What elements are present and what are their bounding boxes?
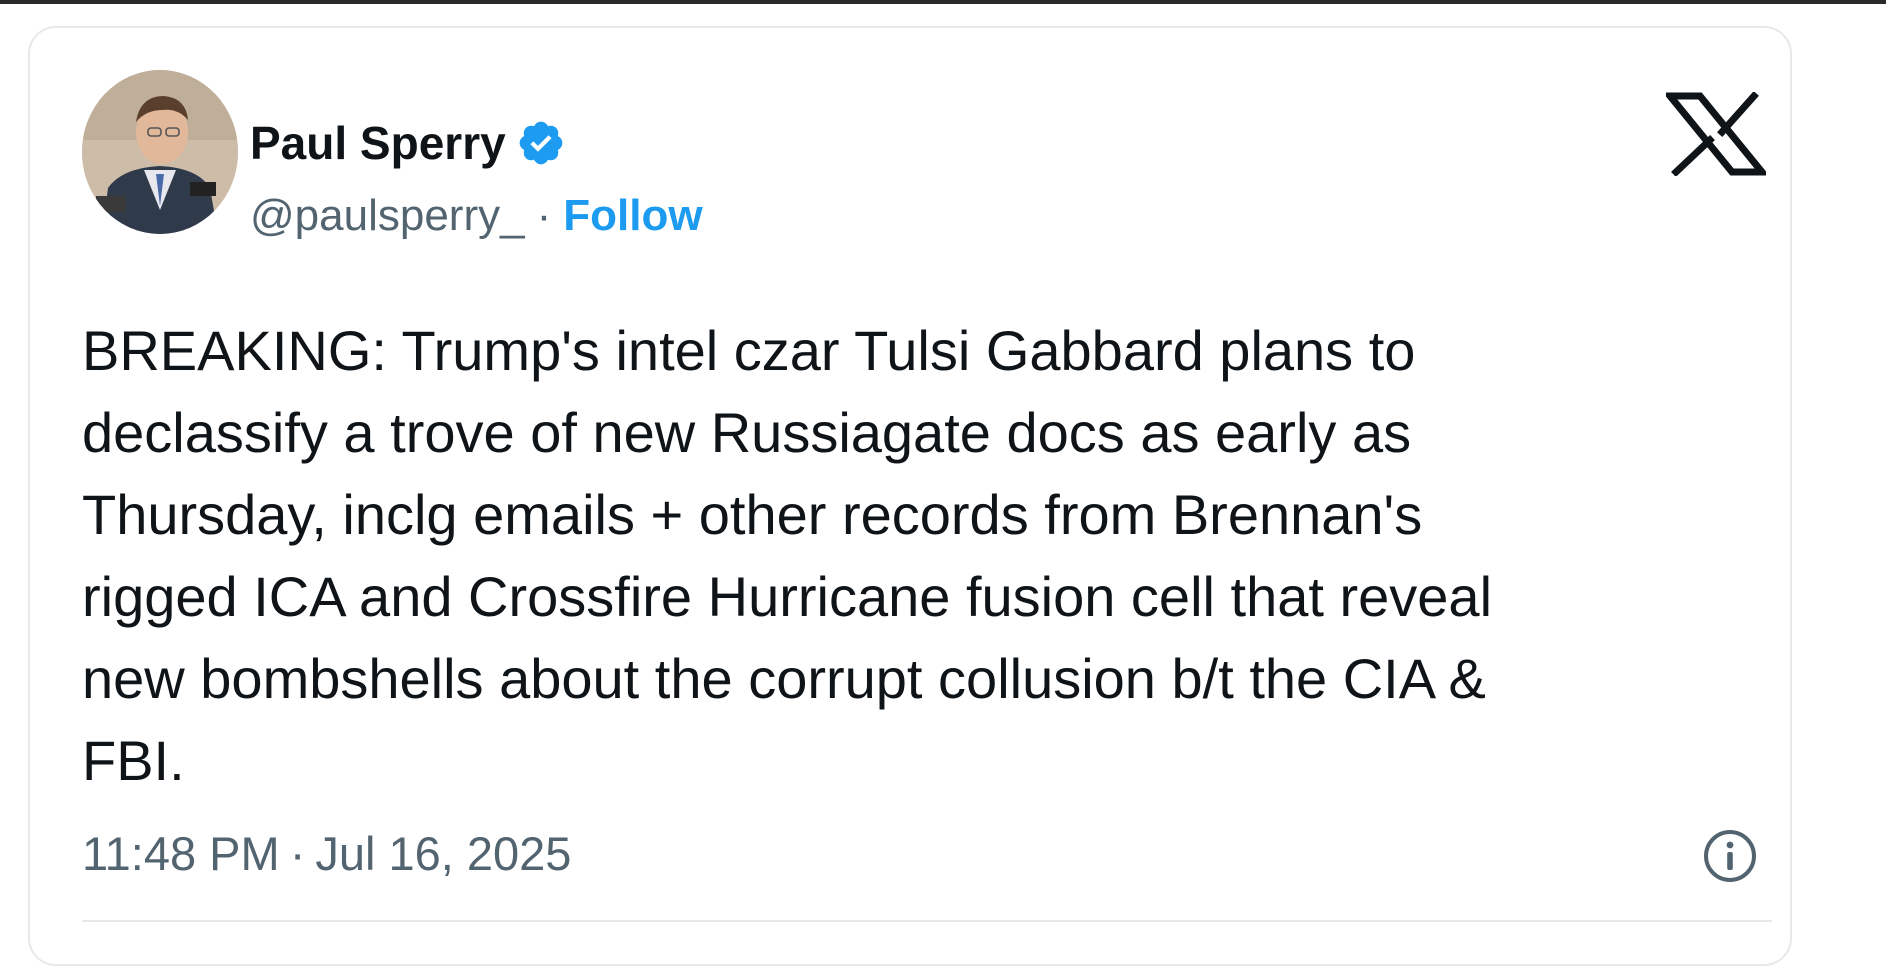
author-display-name[interactable]: Paul Sperry — [250, 116, 506, 170]
tweet-meta-row: 11:48 PM · Jul 16, 2025 — [82, 824, 571, 882]
follow-button[interactable]: Follow — [563, 191, 702, 241]
tweet-time[interactable]: 11:48 PM — [82, 826, 280, 881]
tweet-date[interactable]: Jul 16, 2025 — [315, 826, 571, 881]
author-handle-row: @paulsperry_ · Follow — [250, 188, 703, 244]
verified-badge-icon — [516, 118, 566, 168]
tweet-card: Paul Sperry @paulsperry_ · Follow BREAKI… — [28, 26, 1792, 966]
card-divider — [82, 920, 1772, 922]
avatar[interactable] — [82, 70, 238, 234]
tweet-text: BREAKING: Trump's intel czar Tulsi Gabba… — [82, 319, 1493, 792]
avatar-photo — [82, 70, 238, 234]
top-edge-bar — [0, 0, 1886, 4]
meta-separator: · — [289, 826, 306, 880]
handle-separator: · — [536, 191, 552, 240]
author-handle[interactable]: @paulsperry_ — [250, 191, 525, 241]
author-name-row: Paul Sperry — [250, 114, 566, 172]
info-icon[interactable] — [1702, 828, 1758, 884]
x-logo-icon[interactable] — [1666, 92, 1766, 176]
